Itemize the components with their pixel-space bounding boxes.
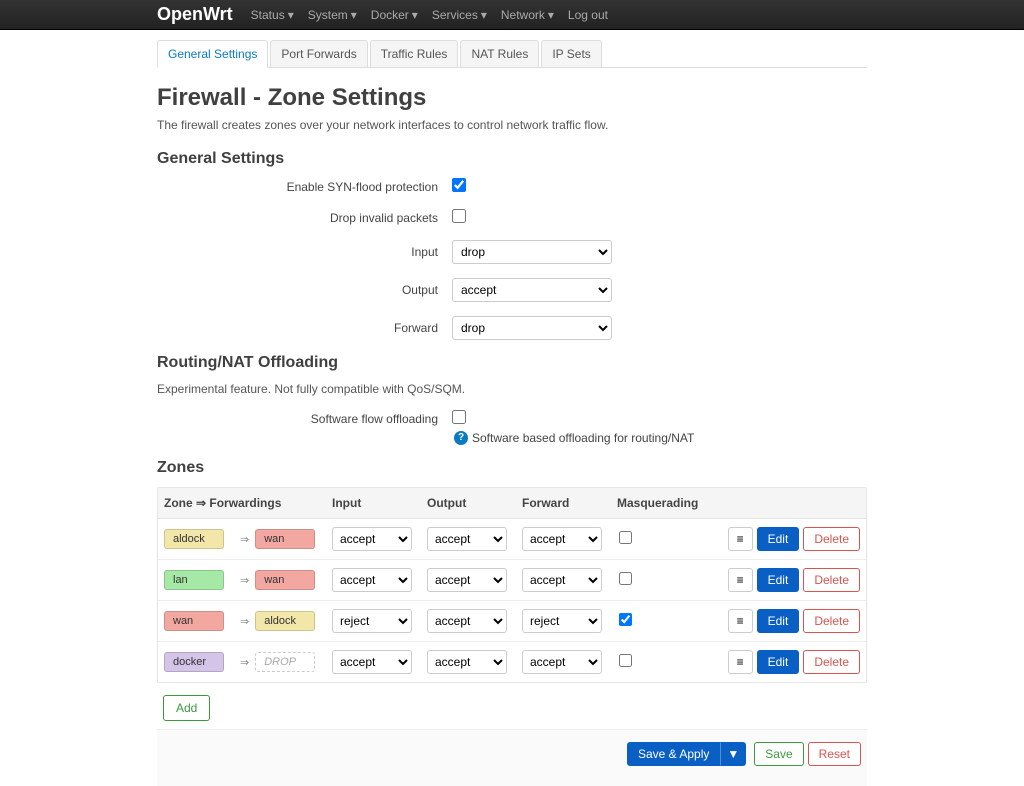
zone-output-select[interactable]: acceptrejectdrop [427,650,507,674]
tab-general-settings[interactable]: General Settings [157,40,268,68]
top-navbar: OpenWrt Status▾ System▾ Docker▾ Services▾ Ne… [0,0,1024,30]
edit-button[interactable]: Edit [757,609,800,633]
offloading-heading: Routing/NAT Offloading [157,354,867,372]
nav-system[interactable]: System▾ [308,8,357,22]
zone-badge-from: aldock [164,529,224,549]
syn-flood-checkbox[interactable] [452,178,466,192]
tab-nat-rules[interactable]: NAT Rules [460,40,539,67]
zone-row: docker ⇒ DROP acceptrejectdrop acceptrejectd… [158,642,866,682]
zone-row: aldock ⇒ wan acceptrejectdrop acceptrejectdr… [158,519,866,560]
col-output-header: Output [427,496,522,510]
delete-button[interactable]: Delete [803,650,860,674]
reorder-icon[interactable]: ≡ [728,527,753,551]
zone-badge-to: DROP [255,652,315,672]
chevron-down-icon: ▾ [288,8,294,22]
software-offload-label: Software flow offloading [157,412,452,426]
zone-badge-to: aldock [255,611,315,631]
chevron-down-icon: ▾ [351,8,357,22]
add-button[interactable]: Add [163,695,210,721]
tab-ip-sets[interactable]: IP Sets [541,40,601,67]
chevron-down-icon: ▾ [481,8,487,22]
col-forward-header: Forward [522,496,617,510]
delete-button[interactable]: Delete [803,568,860,592]
save-button[interactable]: Save [754,742,803,766]
nav-network[interactable]: Network▾ [501,8,554,22]
masquerading-checkbox[interactable] [619,654,632,667]
masquerading-checkbox[interactable] [619,613,632,626]
zone-forward-select[interactable]: acceptrejectdrop [522,527,602,551]
drop-invalid-checkbox[interactable] [452,209,466,223]
zone-output-select[interactable]: acceptrejectdrop [427,568,507,592]
zone-row: lan ⇒ wan acceptrejectdrop acceptrejectdrop a… [158,560,866,601]
forward-label: Forward [157,321,452,335]
arrow-icon: ⇒ [240,533,249,546]
general-settings-heading: General Settings [157,150,867,168]
zone-input-select[interactable]: acceptrejectdrop [332,527,412,551]
chevron-down-icon: ▾ [412,8,418,22]
input-label: Input [157,245,452,259]
col-masq-header: Masquerading [617,496,682,510]
info-icon: ? [454,431,468,445]
reorder-icon[interactable]: ≡ [728,609,753,633]
brand[interactable]: OpenWrt [157,4,233,25]
arrow-icon: ⇒ [240,574,249,587]
zone-output-select[interactable]: acceptrejectdrop [427,527,507,551]
nav-docker[interactable]: Docker▾ [371,8,418,22]
nav-status[interactable]: Status▾ [251,8,294,22]
save-apply-dropdown[interactable]: ▼ [720,742,746,766]
col-zone-header: Zone ⇒ Forwardings [164,496,332,510]
save-apply-button[interactable]: Save & Apply [627,742,720,766]
zone-input-select[interactable]: acceptrejectdrop [332,650,412,674]
edit-button[interactable]: Edit [757,568,800,592]
zones-table: Zone ⇒ Forwardings Input Output Forward … [157,487,867,683]
input-select[interactable]: dropacceptreject [452,240,612,264]
delete-button[interactable]: Delete [803,527,860,551]
col-input-header: Input [332,496,427,510]
masquerading-checkbox[interactable] [619,531,632,544]
software-offload-checkbox[interactable] [452,410,466,424]
software-offload-help: Software based offloading for routing/NA… [472,431,694,445]
zone-forward-select[interactable]: acceptrejectdrop [522,650,602,674]
forward-select[interactable]: dropacceptreject [452,316,612,340]
tab-bar: General SettingsPort ForwardsTraffic Rul… [157,40,867,68]
reset-button[interactable]: Reset [808,742,861,766]
drop-invalid-label: Drop invalid packets [157,211,452,225]
zone-badge-from: docker [164,652,224,672]
chevron-down-icon: ▾ [548,8,554,22]
zone-row: wan ⇒ aldock acceptrejectdrop acceptrejectdr… [158,601,866,642]
syn-flood-label: Enable SYN-flood protection [157,180,452,194]
masquerading-checkbox[interactable] [619,572,632,585]
edit-button[interactable]: Edit [757,527,800,551]
zone-input-select[interactable]: acceptrejectdrop [332,609,412,633]
edit-button[interactable]: Edit [757,650,800,674]
nav-log-out[interactable]: Log out [568,8,608,22]
reorder-icon[interactable]: ≡ [728,650,753,674]
page-actions: Save & Apply ▼ Save Reset [157,729,867,786]
zone-output-select[interactable]: acceptrejectdrop [427,609,507,633]
zone-badge-to: wan [255,529,315,549]
output-label: Output [157,283,452,297]
tab-traffic-rules[interactable]: Traffic Rules [370,40,459,67]
zone-input-select[interactable]: acceptrejectdrop [332,568,412,592]
page-description: The firewall creates zones over your net… [157,118,867,132]
arrow-icon: ⇒ [240,615,249,628]
zone-badge-to: wan [255,570,315,590]
output-select[interactable]: dropacceptreject [452,278,612,302]
zone-badge-from: lan [164,570,224,590]
zone-forward-select[interactable]: acceptrejectdrop [522,568,602,592]
delete-button[interactable]: Delete [803,609,860,633]
tab-port-forwards[interactable]: Port Forwards [270,40,367,67]
zones-heading: Zones [157,459,867,477]
offloading-description: Experimental feature. Not fully compatib… [157,382,867,396]
reorder-icon[interactable]: ≡ [728,568,753,592]
zone-badge-from: wan [164,611,224,631]
nav-services[interactable]: Services▾ [432,8,487,22]
page-title: Firewall - Zone Settings [157,84,867,112]
zone-forward-select[interactable]: acceptrejectdrop [522,609,602,633]
arrow-icon: ⇒ [240,656,249,669]
